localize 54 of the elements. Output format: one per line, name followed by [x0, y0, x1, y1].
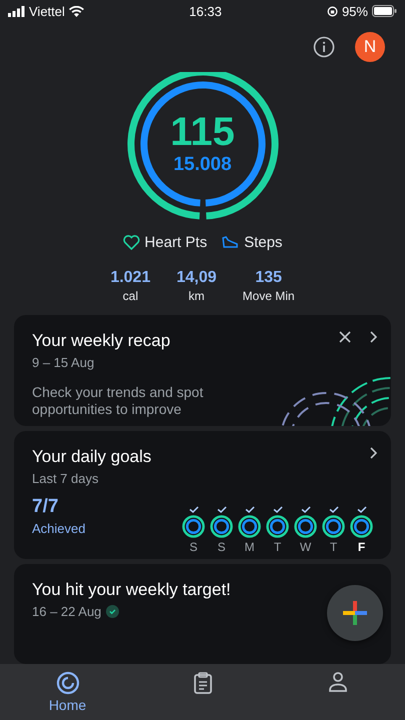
- wifi-icon: [68, 6, 84, 16]
- day-label: T: [274, 540, 282, 554]
- info-button[interactable]: [313, 36, 335, 58]
- date-range: 16 – 22 Aug: [32, 604, 102, 619]
- chevron-right-button[interactable]: [369, 330, 377, 343]
- recap-card[interactable]: Your weekly recap 9 – 15 Aug Check your trends and spot opportunities to improve: [14, 314, 391, 426]
- signal-icon: [8, 6, 25, 16]
- day-label: S: [189, 540, 198, 554]
- battery-icon: [372, 5, 397, 17]
- target-card[interactable]: You hit your weekly target! 16 – 22 Aug: [14, 564, 391, 664]
- card-title: Your daily goals: [32, 447, 152, 468]
- day-label: M: [244, 540, 254, 554]
- stat-unit: km: [188, 289, 204, 303]
- stat-unit: Move Min: [242, 289, 295, 303]
- carrier-name: Viettel: [29, 4, 65, 18]
- stat-value: 14,09: [176, 269, 217, 287]
- card-subtitle: Last 7 days: [32, 471, 98, 486]
- close-button[interactable]: [339, 330, 351, 343]
- home-tab[interactable]: Home: [22, 670, 112, 714]
- heart-icon: [122, 235, 140, 250]
- clock-time: 16:33: [189, 4, 222, 18]
- legend-label: Heart Pts: [144, 234, 208, 251]
- goals-card[interactable]: Your daily goals Last 7 days 7/7 Achieved S S M T W T F: [14, 431, 391, 560]
- day-label: F: [358, 540, 366, 554]
- card-text: Check your trends and spot opportunities to improve: [32, 384, 204, 419]
- heart-points-value: 115: [170, 112, 235, 152]
- card-title: Your weekly recap: [32, 330, 170, 351]
- goals-count: 7/7: [32, 496, 60, 518]
- goals-status: Achieved: [32, 521, 86, 536]
- day-rings-icon: [294, 515, 317, 538]
- day-rings-icon: [238, 515, 261, 538]
- day-label: W: [300, 540, 312, 554]
- legend-label: Steps: [244, 234, 282, 251]
- date-range: 9 – 15 Aug: [32, 354, 94, 370]
- stat-value: 1.021: [110, 269, 150, 287]
- chevron-right-button[interactable]: [369, 447, 377, 460]
- day-rings-icon: [350, 515, 373, 538]
- plus-icon: [342, 600, 368, 626]
- day-rings-icon: [266, 515, 289, 538]
- rings-icon: [56, 671, 80, 695]
- day-rings-icon: [322, 515, 345, 538]
- stat-value: 135: [255, 269, 282, 287]
- steps-value: 15.008: [173, 154, 232, 176]
- person-icon: [328, 671, 348, 693]
- day-label: T: [330, 540, 338, 554]
- rotation-lock-icon: [326, 6, 338, 16]
- battery-percent: 95%: [342, 4, 368, 18]
- day-label: S: [217, 540, 226, 554]
- card-title: You hit your weekly target!: [32, 580, 231, 600]
- day-rings-icon: [210, 515, 233, 538]
- stat-unit: cal: [122, 289, 138, 303]
- shoe-icon: [221, 235, 240, 250]
- day-rings-icon: [182, 515, 205, 538]
- clipboard-icon: [192, 671, 212, 695]
